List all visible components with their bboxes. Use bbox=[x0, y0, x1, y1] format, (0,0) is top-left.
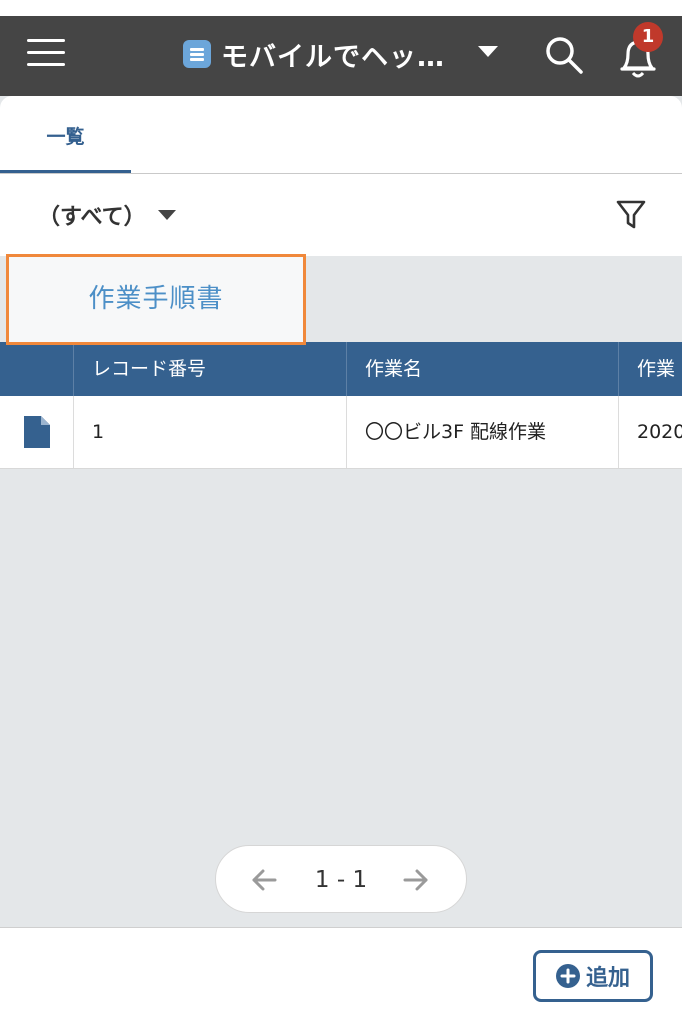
arrow-left-icon[interactable] bbox=[248, 864, 280, 896]
tab-label: 一覧 bbox=[46, 126, 85, 148]
arrow-right-icon[interactable] bbox=[400, 864, 432, 896]
highlighted-item[interactable]: 作業手順書 bbox=[6, 254, 306, 345]
status-bar bbox=[0, 0, 682, 16]
pagination-range: 1 - 1 bbox=[314, 867, 368, 893]
app-list-icon bbox=[183, 40, 211, 68]
app-header: モバイルでヘッ… bbox=[0, 16, 682, 96]
tab-list[interactable]: 一覧 bbox=[0, 96, 131, 174]
tab-divider bbox=[0, 173, 682, 174]
table-header: レコード番号 作業名 作業 bbox=[0, 342, 682, 396]
plus-circle-icon bbox=[555, 964, 580, 988]
column-header-work-name[interactable]: 作業名 bbox=[346, 342, 618, 396]
chevron-down-icon[interactable] bbox=[478, 46, 498, 57]
menu-icon[interactable] bbox=[27, 36, 65, 70]
document-icon bbox=[24, 416, 50, 448]
search-icon[interactable] bbox=[543, 34, 585, 76]
app-switcher[interactable]: モバイルでヘッ… bbox=[183, 34, 445, 74]
column-header-work[interactable]: 作業 bbox=[618, 342, 682, 396]
add-record-button[interactable]: 追加 bbox=[533, 950, 653, 1002]
list-card: 一覧 （すべて） bbox=[0, 96, 682, 256]
view-selector[interactable]: （すべて） bbox=[38, 196, 176, 234]
add-button-label: 追加 bbox=[585, 966, 630, 991]
row-icon-cell bbox=[0, 396, 73, 468]
cell-work: 2020 bbox=[618, 396, 682, 468]
column-header-record-number[interactable]: レコード番号 bbox=[73, 342, 346, 396]
chevron-down-icon bbox=[157, 210, 176, 220]
notification-badge: 1 bbox=[633, 22, 663, 52]
footer-bar: 追加 bbox=[0, 927, 682, 1024]
cell-work-name: 〇〇ビル3F 配線作業 bbox=[346, 396, 618, 468]
table-row[interactable]: 1 〇〇ビル3F 配線作業 2020 bbox=[0, 396, 682, 469]
pagination: 1 - 1 bbox=[215, 845, 467, 913]
cell-record-number: 1 bbox=[73, 396, 346, 468]
view-label: （すべて） bbox=[38, 205, 146, 230]
record-table: レコード番号 作業名 作業 1 〇〇ビル3F 配線作業 2020 bbox=[0, 342, 682, 469]
app-title: モバイルでヘッ… bbox=[221, 41, 445, 73]
highlighted-item-label: 作業手順書 bbox=[88, 284, 224, 314]
filter-icon[interactable] bbox=[615, 198, 647, 232]
column-header-icon bbox=[0, 342, 73, 396]
